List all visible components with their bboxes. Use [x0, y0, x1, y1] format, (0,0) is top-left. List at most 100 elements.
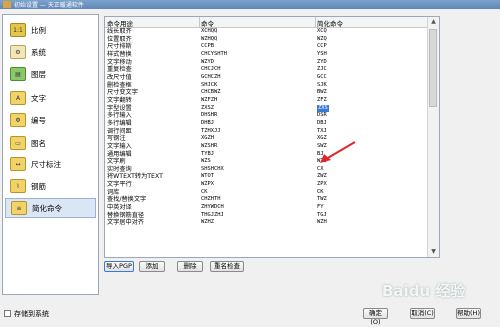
- cell-shortcut[interactable]: CK: [317, 189, 324, 197]
- sidebar-item-label: 钢筋: [31, 182, 46, 191]
- cell-command: WZPX: [201, 181, 214, 188]
- cell-shortcut[interactable]: BWZ: [317, 89, 327, 97]
- cell-shortcut[interactable]: GCC: [317, 74, 327, 82]
- cell-shortcut[interactable]: WZH: [317, 219, 327, 227]
- column-header-command[interactable]: 命令: [201, 18, 214, 28]
- cell-command: CK: [201, 188, 208, 195]
- duplicate-check-button[interactable]: 重名检查: [210, 261, 244, 272]
- cell-purpose: 文字平行: [107, 181, 132, 189]
- table-row[interactable]: 文字平行 WZPX ZPX: [105, 181, 429, 189]
- cell-shortcut[interactable]: YSH: [317, 51, 327, 59]
- column-header-purpose[interactable]: 命令用途: [107, 18, 133, 28]
- sidebar-item-dimension[interactable]: ↔ 尺寸标注: [5, 155, 96, 175]
- drawing-name-icon: ▭: [10, 136, 26, 150]
- cell-shortcut[interactable]: CCP: [317, 43, 327, 51]
- cell-shortcut[interactable]: SJK: [317, 82, 327, 90]
- ok-button[interactable]: 确定(O): [363, 308, 388, 326]
- column-header-shortcut[interactable]: 简化命令: [317, 18, 343, 28]
- sidebar-item-drawing-name[interactable]: ▭ 图名: [5, 134, 96, 154]
- table-row[interactable]: 调行间距 TZHXJJ TXJ: [105, 128, 429, 136]
- cell-command: ZHYWDCH: [201, 204, 224, 211]
- column-divider[interactable]: [199, 17, 200, 27]
- table-row[interactable]: 字型设置 ZXSZ ZXS: [105, 104, 429, 113]
- cell-shortcut[interactable]: ZYD: [317, 59, 327, 67]
- table-row[interactable]: 多行输入 DHSHR DSR: [105, 112, 429, 120]
- sidebar-item-shortcut-command[interactable]: ≡ 简化命令: [5, 198, 96, 218]
- table-row[interactable]: 文字输入 WZSHR SWZ: [105, 143, 429, 151]
- save-to-system-checkbox[interactable]: [4, 310, 11, 317]
- cell-purpose: 重复检查: [107, 66, 132, 74]
- cell-purpose: 改尺寸值: [107, 73, 132, 81]
- cell-shortcut[interactable]: DSR: [317, 112, 327, 120]
- add-button[interactable]: 添加: [139, 261, 165, 272]
- table-row[interactable]: 删检查框 SHJCK SJK: [105, 82, 429, 90]
- table-row[interactable]: 词库 CK CK: [105, 189, 429, 197]
- table-row[interactable]: 改尺寸值 GCHCZH GCC: [105, 74, 429, 82]
- cell-purpose: 样式替换: [107, 50, 132, 58]
- table-row[interactable]: 通用编辑 TYBJ BJ: [105, 151, 429, 159]
- table-row[interactable]: 位置取齐 WZHQQ WZQ: [105, 36, 429, 44]
- sidebar-item-label: 系统: [31, 48, 46, 57]
- cell-shortcut[interactable]: ZWZ: [317, 173, 327, 181]
- app-icon: [3, 1, 11, 8]
- cell-purpose: 多行编辑: [107, 119, 132, 127]
- table-row[interactable]: 文字移动 WZYD ZYD: [105, 59, 429, 67]
- cell-command: SHJCK: [201, 81, 218, 88]
- table-row[interactable]: 文字翻转 WZFZH ZFZ: [105, 97, 429, 105]
- numbering-icon: Φ: [10, 113, 26, 127]
- cell-command: DHSHR: [201, 112, 218, 119]
- save-to-system-label: 存储到系统: [14, 310, 49, 318]
- table-row[interactable]: 文字居中对齐 WZHZ WZH: [105, 219, 429, 227]
- table-row[interactable]: 尺寸排斯 CCPB CCP: [105, 43, 429, 51]
- scroll-up-arrow-icon[interactable]: ▲: [428, 17, 439, 27]
- cell-purpose: 查找/替换文字: [107, 196, 147, 204]
- table-row[interactable]: 写钢注 XGZH XGZ: [105, 135, 429, 143]
- cell-shortcut[interactable]: TWZ: [317, 196, 327, 204]
- table-row[interactable]: 中英对译 ZHYWDCH FY: [105, 204, 429, 212]
- sidebar-item-rebar[interactable]: ⌇ 钢筋: [5, 177, 96, 197]
- help-button[interactable]: 帮助(H): [456, 308, 481, 319]
- cell-shortcut[interactable]: TGJ: [317, 212, 327, 220]
- cell-shortcut[interactable]: XCQ: [317, 28, 327, 36]
- cell-shortcut[interactable]: ZPX: [317, 181, 327, 189]
- cancel-button[interactable]: 取消(C): [410, 308, 435, 319]
- import-pgp-button[interactable]: 导入PGP: [104, 261, 134, 272]
- table-row[interactable]: 尺寸变文字 CHCBWZ BWZ: [105, 89, 429, 97]
- vertical-scrollbar[interactable]: ▲ ▼: [427, 17, 439, 257]
- cell-command: TYBJ: [201, 150, 214, 157]
- cell-purpose: 文字翻转: [107, 96, 132, 104]
- cell-command: WZHQQ: [201, 35, 218, 42]
- cell-shortcut[interactable]: ZXS: [317, 104, 329, 113]
- dialog-footer: 存储到系统 确定(O) 取消(C) 帮助(H): [0, 300, 500, 326]
- sidebar-item-scale[interactable]: 1:1 比例: [5, 21, 96, 41]
- table-row[interactable]: 将WTEXT转为TEXT WTOT ZWZ: [105, 173, 429, 181]
- cell-purpose: 多行输入: [107, 112, 132, 120]
- table-body: 线长取齐 XCHQQ XCQ 位置取齐 WZHQQ WZQ 尺寸排斯 CCPB CCP 样式替换 C…: [105, 28, 429, 227]
- table-row[interactable]: 样式替换 CHCYSHTH YSH: [105, 51, 429, 59]
- table-row[interactable]: 线长取齐 XCHQQ XCQ: [105, 28, 429, 36]
- sidebar-item-system[interactable]: ⚙ 系统: [5, 43, 96, 63]
- sidebar-item-numbering[interactable]: Φ 编号: [5, 111, 96, 131]
- rebar-icon: ⌇: [10, 179, 26, 193]
- scrollbar-thumb[interactable]: [429, 29, 437, 107]
- cell-shortcut[interactable]: ZJC: [317, 66, 327, 74]
- column-divider[interactable]: [315, 17, 316, 27]
- table-row[interactable]: 替换钢筋直径 THGJZHJ TGJ: [105, 212, 429, 220]
- cell-purpose: 尺寸变文字: [107, 89, 138, 97]
- sidebar-item-text[interactable]: A 文字: [5, 89, 96, 109]
- table-row[interactable]: 多行编辑 DHBJ DBJ: [105, 120, 429, 128]
- scroll-down-arrow-icon[interactable]: ▼: [428, 247, 439, 257]
- cell-shortcut[interactable]: CX: [317, 166, 324, 174]
- layers-icon: ▤: [10, 67, 26, 81]
- text-icon: A: [10, 91, 26, 105]
- delete-button[interactable]: 删除: [177, 261, 203, 272]
- cell-shortcut[interactable]: DBJ: [317, 120, 327, 128]
- cell-shortcut[interactable]: TXJ: [317, 128, 327, 136]
- table-row[interactable]: 文字刷WZSWZS: [105, 158, 429, 166]
- cell-shortcut[interactable]: ZFZ: [317, 97, 327, 105]
- sidebar-item-layers[interactable]: ▤ 图层: [5, 65, 96, 85]
- table-row[interactable]: 查找/替换文字 CHZHTH TWZ: [105, 196, 429, 204]
- cell-shortcut[interactable]: FY: [317, 204, 324, 212]
- table-row[interactable]: 重复检查 CHCJCH ZJC: [105, 66, 429, 74]
- cell-shortcut[interactable]: WZQ: [317, 36, 327, 44]
